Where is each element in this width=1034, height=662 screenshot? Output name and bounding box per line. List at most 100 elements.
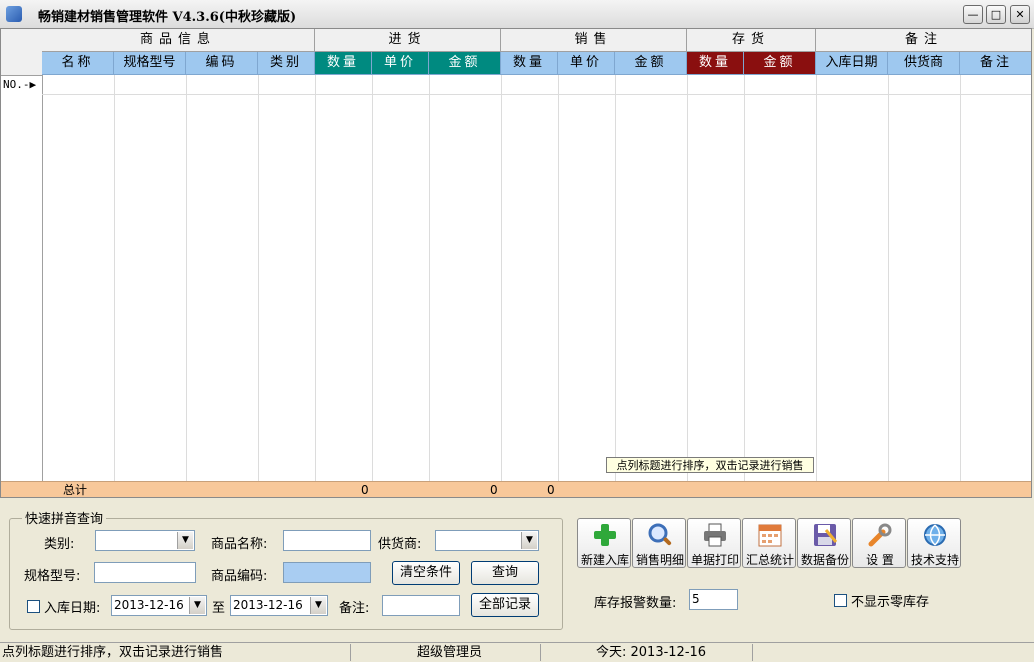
settings-label: 设 置	[866, 553, 894, 567]
entry-date-checkbox[interactable]	[27, 600, 40, 613]
status-separator	[752, 644, 753, 661]
totals-purchase-amount: 0	[361, 483, 369, 497]
chevron-down-icon[interactable]: ▼	[521, 532, 537, 549]
chevron-down-icon[interactable]: ▼	[189, 597, 205, 614]
totals-label: 总计	[63, 483, 88, 497]
product-code-label: 商品编码:	[211, 569, 268, 584]
title-bar: 畅销建材销售管理软件 V4.3.6(中秋珍藏版) — □ ✕	[0, 0, 1034, 29]
window-title: 畅销建材销售管理软件 V4.3.6(中秋珍藏版)	[38, 10, 297, 25]
maximize-button[interactable]: □	[986, 5, 1006, 24]
floppy-disk-icon	[814, 524, 838, 546]
column-header-purchase-amount[interactable]: 金额	[429, 52, 501, 75]
grid-column-line	[372, 75, 373, 482]
settings-button[interactable]: 设 置	[852, 518, 906, 568]
date-from-picker[interactable]: 2013-12-16 ▼	[111, 595, 207, 616]
column-header-name[interactable]: 名称	[42, 52, 114, 75]
plus-icon	[594, 524, 616, 546]
supplier-label: 供货商:	[378, 537, 422, 552]
column-header-sales-price[interactable]: 单价	[558, 52, 615, 75]
status-today: 今天: 2013-12-16	[596, 645, 707, 660]
column-header-code[interactable]: 编码	[186, 52, 258, 75]
grid-tooltip: 点列标题进行排序，双击记录进行销售	[606, 457, 814, 473]
grid-column-line	[315, 75, 316, 482]
column-header-note[interactable]: 备注	[960, 52, 1031, 75]
totals-sales-qty: 0	[490, 483, 498, 497]
spec-label: 规格型号:	[24, 569, 81, 584]
grid-column-line	[501, 75, 502, 482]
column-header-purchase-qty[interactable]: 数量	[315, 52, 372, 75]
print-bill-button[interactable]: 单据打印	[687, 518, 741, 568]
column-header-purchase-price[interactable]: 单价	[372, 52, 429, 75]
grid-column-line	[258, 75, 259, 482]
date-to-label: 至	[212, 601, 226, 616]
category-label: 类别:	[44, 537, 75, 552]
supplier-select[interactable]: ▼	[435, 530, 539, 551]
hide-zero-stock-checkbox[interactable]	[834, 594, 847, 607]
column-header-stock-amount[interactable]: 金额	[744, 52, 816, 75]
tech-support-button[interactable]: 技术支持	[907, 518, 961, 568]
column-header-sales-amount[interactable]: 金额	[615, 52, 687, 75]
stock-alert-input[interactable]: 5	[689, 589, 738, 610]
column-header-entry-date[interactable]: 入库日期	[816, 52, 888, 75]
entry-date-label: 入库日期:	[44, 601, 101, 616]
group-header-stock: 存货	[687, 29, 816, 52]
date-to-picker[interactable]: 2013-12-16 ▼	[230, 595, 328, 616]
group-header-sales: 销售	[501, 29, 687, 52]
grid-column-line	[960, 75, 961, 482]
wrench-icon	[868, 523, 892, 547]
quick-search-title: 快速拼音查询	[22, 508, 107, 527]
note-label: 备注:	[339, 601, 370, 616]
column-header-spec[interactable]: 规格型号	[114, 52, 186, 75]
status-bar: 点列标题进行排序，双击记录进行销售 超级管理员 今天: 2013-12-16	[0, 642, 1034, 662]
current-row-marker: NO.-▶	[3, 78, 37, 91]
grid-column-line	[186, 75, 187, 482]
globe-icon	[924, 524, 946, 546]
grid-row-line	[42, 94, 1031, 95]
product-code-input[interactable]	[283, 562, 371, 583]
new-stock-in-label: 新建入库	[580, 553, 629, 567]
tech-support-label: 技术支持	[910, 553, 959, 567]
grid-column-line	[558, 75, 559, 482]
grid-column-line	[744, 75, 745, 482]
minimize-button[interactable]: —	[963, 5, 983, 24]
grid-corner	[1, 29, 42, 76]
chevron-down-icon[interactable]: ▼	[310, 597, 326, 614]
group-header-remarks: 备注	[816, 29, 1031, 52]
status-separator	[540, 644, 541, 661]
column-header-stock-qty[interactable]: 数量	[687, 52, 744, 75]
app-shield-icon	[6, 6, 22, 22]
group-header-purchase: 进货	[315, 29, 501, 52]
date-from-value: 2013-12-16	[114, 598, 184, 612]
data-backup-label: 数据备份	[800, 553, 849, 567]
column-header-sales-qty[interactable]: 数量	[501, 52, 558, 75]
status-separator	[350, 644, 351, 661]
data-backup-button[interactable]: 数据备份	[797, 518, 851, 568]
summary-stats-label: 汇总统计	[745, 553, 794, 567]
note-input[interactable]	[382, 595, 460, 616]
new-stock-in-button[interactable]: 新建入库	[577, 518, 631, 568]
all-records-button[interactable]: 全部记录	[471, 593, 539, 617]
column-header-supplier[interactable]: 供货商	[888, 52, 960, 75]
product-name-input[interactable]	[283, 530, 371, 551]
summary-stats-button[interactable]: 汇总统计	[742, 518, 796, 568]
grid-column-line	[114, 75, 115, 482]
clear-conditions-button[interactable]: 清空条件	[392, 561, 460, 585]
hide-zero-stock-label: 不显示零库存	[851, 595, 930, 610]
grid-column-line	[687, 75, 688, 482]
magnifier-icon	[648, 523, 672, 546]
spec-input[interactable]	[94, 562, 196, 583]
grid-column-line	[816, 75, 817, 482]
column-header-category[interactable]: 类别	[258, 52, 315, 75]
search-button[interactable]: 查询	[471, 561, 539, 585]
product-name-label: 商品名称:	[211, 537, 268, 552]
sales-detail-label: 销售明细	[635, 553, 684, 567]
category-select[interactable]: ▼	[95, 530, 195, 551]
inventory-grid[interactable]: NO.-▶ 商品信息 进货 销售 存货 备注 名称 规格型号 编码 类别 数量 …	[0, 28, 1032, 498]
grid-column-line	[615, 75, 616, 482]
row-header-column	[1, 29, 43, 497]
printer-icon	[704, 523, 726, 547]
chevron-down-icon[interactable]: ▼	[177, 532, 193, 549]
close-button[interactable]: ✕	[1010, 5, 1030, 24]
group-header-product-info: 商品信息	[42, 29, 315, 52]
sales-detail-button[interactable]: 销售明细	[632, 518, 686, 568]
